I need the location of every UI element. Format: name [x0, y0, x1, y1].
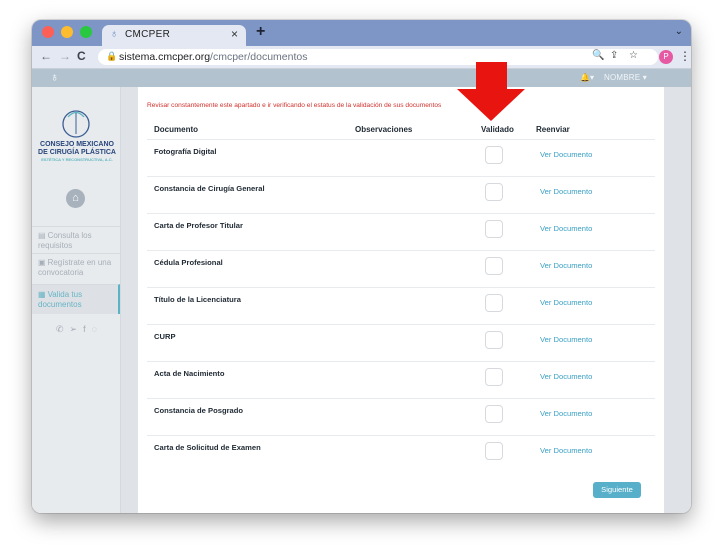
- organization-logo-icon: [62, 110, 90, 138]
- view-document-link[interactable]: Ver Documento: [540, 446, 592, 455]
- reload-icon[interactable]: C: [77, 49, 86, 63]
- sidebar-item-requisitos[interactable]: ▤ Consulta los requisitos: [32, 226, 120, 252]
- address-bar[interactable]: 🔒 sistema.cmcper.org/cmcper/documentos 🔍…: [98, 49, 658, 65]
- document-name: Acta de Nacimiento: [154, 369, 225, 378]
- sidebar-item-label: Consulta los requisitos: [38, 231, 92, 250]
- validated-checkbox[interactable]: [485, 183, 503, 201]
- tab-title: CMCPER: [125, 29, 171, 40]
- sidebar-item-convocatoria[interactable]: ▣ Regístrate en una convocatoria: [32, 253, 120, 283]
- view-document-link[interactable]: Ver Documento: [540, 150, 592, 159]
- column-header-validated: Validado: [481, 125, 514, 134]
- share-icon[interactable]: ⇪: [610, 50, 618, 61]
- sidebar-item-label: Regístrate en una convocatoria: [38, 258, 112, 277]
- validated-checkbox[interactable]: [485, 442, 503, 460]
- validate-icon: ▦: [38, 290, 46, 299]
- user-menu[interactable]: NOMBRE ▾: [604, 73, 647, 82]
- sidebar: CONSEJO MEXICANO DE CIRUGÍA PLÁSTICA EST…: [32, 87, 121, 513]
- notifications-bell-icon[interactable]: 🔔▾: [580, 73, 594, 82]
- zoom-window-button[interactable]: [80, 26, 92, 38]
- new-tab-button[interactable]: +: [256, 23, 265, 41]
- minimize-window-button[interactable]: [61, 26, 73, 38]
- document-name: Título de la Licenciatura: [154, 295, 241, 304]
- back-arrow-icon[interactable]: ←: [40, 49, 52, 63]
- browser-window: ♁ CMCPER × + ⌄ ← → C 🔒 sistema.cmcper.or…: [32, 20, 691, 513]
- validated-checkbox[interactable]: [485, 331, 503, 349]
- lock-icon[interactable]: 🔒: [106, 51, 117, 62]
- browser-tab[interactable]: ♁ CMCPER ×: [102, 25, 246, 46]
- forward-arrow-icon[interactable]: →: [59, 49, 71, 63]
- url-text[interactable]: sistema.cmcper.org/cmcper/documentos: [119, 51, 308, 63]
- bookmark-star-icon[interactable]: ☆: [629, 50, 638, 61]
- validated-checkbox[interactable]: [485, 294, 503, 312]
- view-document-link[interactable]: Ver Documento: [540, 409, 592, 418]
- document-name: Fotografía Digital: [154, 147, 217, 156]
- table-row: Cédula Profesional Ver Documento: [147, 250, 655, 288]
- table-row: CURP Ver Documento: [147, 324, 655, 362]
- sidebar-item-documentos[interactable]: ▦ Valida tus documentos: [32, 284, 120, 314]
- register-icon: ▣: [38, 258, 46, 267]
- home-icon[interactable]: ⌂: [66, 189, 85, 208]
- table-row: Carta de Solicitud de Examen Ver Documen…: [147, 435, 655, 473]
- table-row: Carta de Profesor Titular Ver Documento: [147, 213, 655, 251]
- view-document-link[interactable]: Ver Documento: [540, 335, 592, 344]
- document-name: CURP: [154, 332, 176, 341]
- facebook-icon[interactable]: f: [83, 324, 92, 334]
- view-document-link[interactable]: Ver Documento: [540, 224, 592, 233]
- next-button[interactable]: Siguiente: [593, 482, 641, 498]
- organization-name: CONSEJO MEXICANO DE CIRUGÍA PLÁSTICA: [38, 141, 116, 156]
- tab-search-chevron-icon[interactable]: ⌄: [675, 26, 683, 37]
- tab-close-button[interactable]: ×: [231, 27, 238, 41]
- page-viewport: ♁ 🔔▾ NOMBRE ▾ CONSEJO MEXICANO DE CIRUGÍ…: [32, 69, 691, 513]
- document-name: Constancia de Cirugía General: [154, 184, 265, 193]
- whatsapp-icon[interactable]: ◌: [92, 324, 103, 334]
- validated-checkbox[interactable]: [485, 146, 503, 164]
- validated-checkbox[interactable]: [485, 257, 503, 275]
- document-name: Carta de Profesor Titular: [154, 221, 243, 230]
- table-row: Constancia de Posgrado Ver Documento: [147, 398, 655, 436]
- site-logo-icon[interactable]: ♁: [50, 70, 59, 84]
- document-name: Carta de Solicitud de Examen: [154, 443, 261, 452]
- table-row: Constancia de Cirugía General Ver Docume…: [147, 176, 655, 214]
- site-favicon-icon: ♁: [110, 28, 119, 40]
- validation-notice: Revisar constantemente este apartado e i…: [147, 102, 442, 109]
- validated-checkbox[interactable]: [485, 405, 503, 423]
- profile-avatar[interactable]: P: [659, 50, 673, 64]
- document-icon: ▤: [38, 231, 46, 240]
- column-header-observations: Observaciones: [355, 125, 413, 134]
- table-row: Fotografía Digital Ver Documento: [147, 139, 655, 177]
- view-document-link[interactable]: Ver Documento: [540, 187, 592, 196]
- site-top-navbar: ♁ 🔔▾ NOMBRE ▾: [32, 69, 691, 87]
- view-document-link[interactable]: Ver Documento: [540, 298, 592, 307]
- organization-subtitle: ESTÉTICA Y RECONSTRUCTIVA, A.C.: [41, 157, 113, 162]
- column-header-document: Documento: [154, 125, 198, 134]
- phone-icon[interactable]: ✆: [56, 324, 70, 334]
- document-name: Cédula Profesional: [154, 258, 223, 267]
- zoom-icon[interactable]: 🔍: [592, 50, 604, 61]
- send-icon[interactable]: ➢: [70, 324, 84, 334]
- validated-checkbox[interactable]: [485, 220, 503, 238]
- column-header-resend: Reenviar: [536, 125, 570, 134]
- document-name: Constancia de Posgrado: [154, 406, 244, 415]
- close-window-button[interactable]: [42, 26, 54, 38]
- view-document-link[interactable]: Ver Documento: [540, 372, 592, 381]
- tab-bar: ♁ CMCPER × + ⌄: [32, 20, 691, 46]
- documents-panel: Revisar constantemente este apartado e i…: [138, 87, 664, 513]
- browser-toolbar: ← → C 🔒 sistema.cmcper.org/cmcper/docume…: [32, 46, 691, 69]
- table-row: Acta de Nacimiento Ver Documento: [147, 361, 655, 399]
- social-links: ✆➢f◌: [56, 324, 103, 335]
- view-document-link[interactable]: Ver Documento: [540, 261, 592, 270]
- validated-checkbox[interactable]: [485, 368, 503, 386]
- table-row: Título de la Licenciatura Ver Documento: [147, 287, 655, 325]
- browser-menu-icon[interactable]: ⋮: [679, 49, 691, 63]
